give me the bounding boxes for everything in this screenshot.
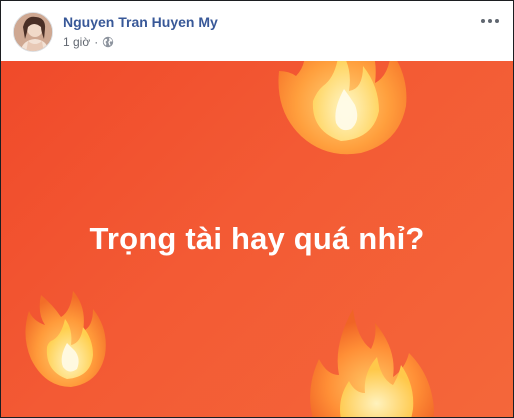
status-text: Trọng tài hay quá nhỉ? [89,221,425,256]
globe-icon[interactable] [102,36,114,48]
more-options-icon[interactable] [477,13,503,29]
fire-emoji-bottom-left-icon [25,291,106,387]
author-name-link[interactable]: Nguyen Tran Huyen My [63,14,218,30]
post-meta: 1 giờ · [63,35,114,49]
fire-emoji-bottom-right-icon [310,309,434,417]
fire-emoji-top-right-icon [278,61,407,155]
avatar[interactable] [13,12,53,52]
facebook-post: Nguyen Tran Huyen My 1 giờ · Trọng tài h… [0,0,514,418]
post-header: Nguyen Tran Huyen My 1 giờ · [1,1,513,61]
meta-separator: · [94,35,99,49]
dot [481,19,485,23]
dot [488,19,492,23]
post-timestamp[interactable]: 1 giờ [63,35,90,49]
avatar-image [14,13,52,51]
dot [495,19,499,23]
status-background: Trọng tài hay quá nhỉ? [1,61,513,417]
